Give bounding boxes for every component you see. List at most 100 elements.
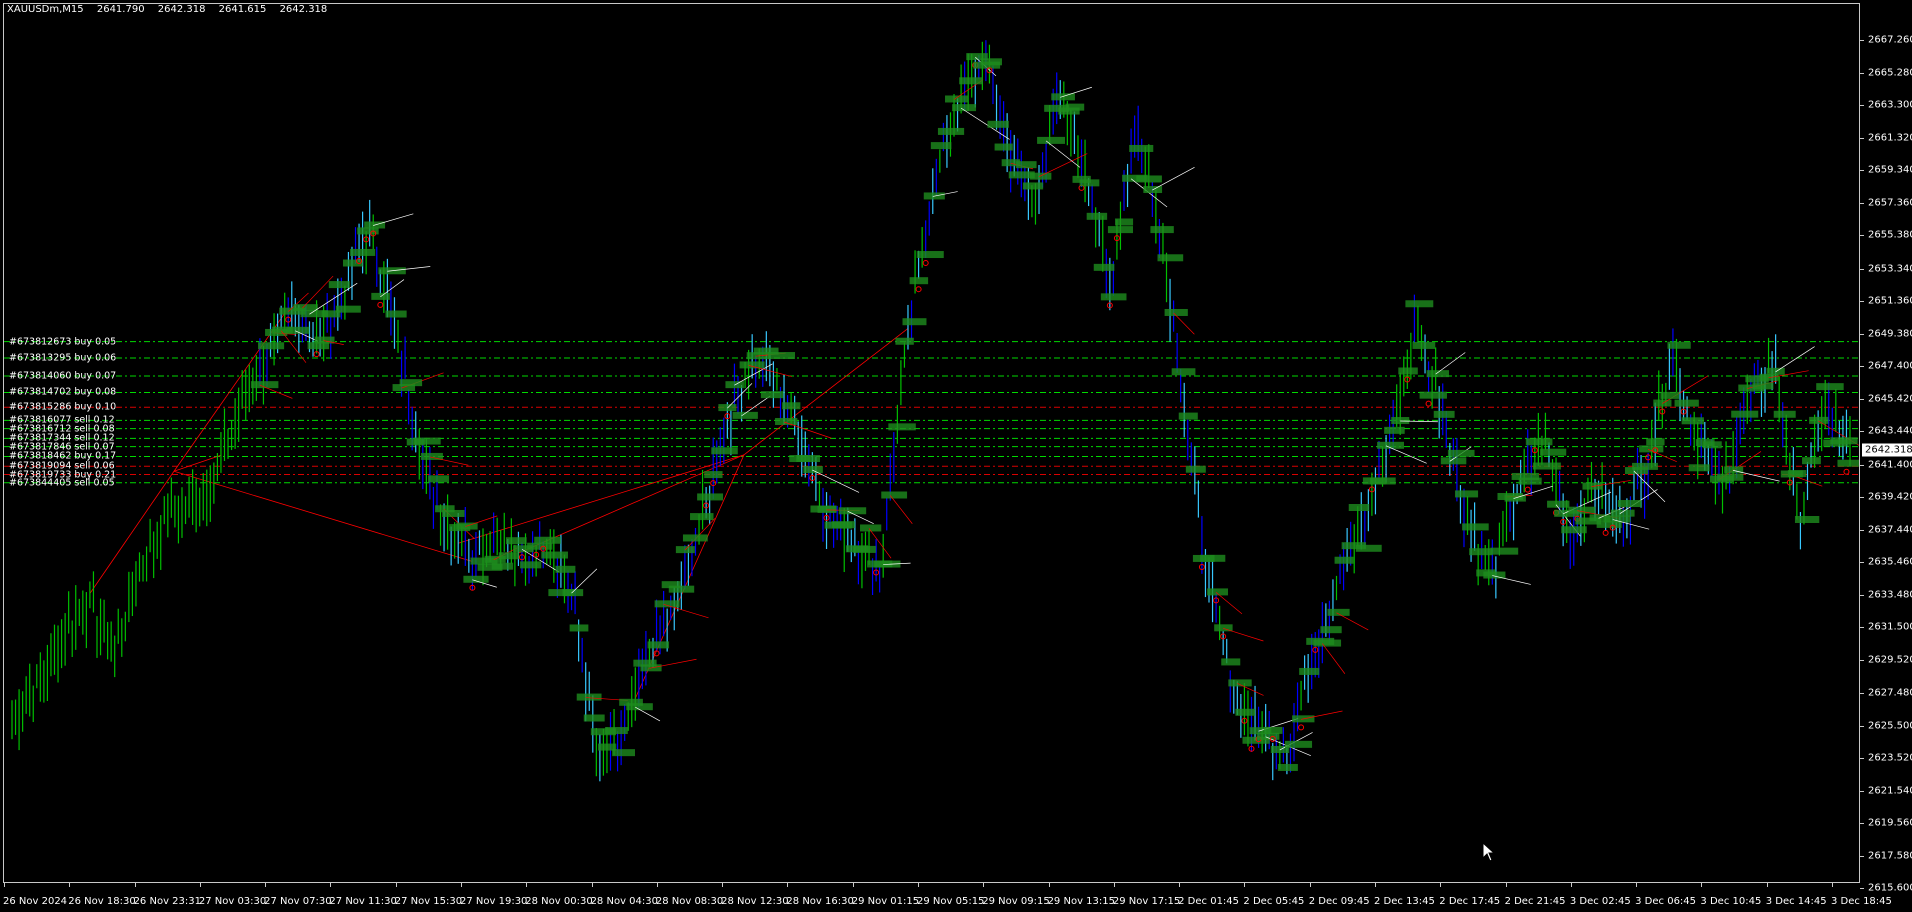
trade-label-box	[909, 277, 929, 285]
time-tick-mark	[1179, 883, 1181, 887]
symbol-info: XAUUSDm,M15 2641.790 2642.318 2641.615 2…	[7, 4, 337, 15]
price-tick-label: 2643.440	[1868, 425, 1912, 437]
trade-label-box	[690, 513, 714, 521]
order-label[interactable]: #673815286 buy 0.10	[9, 402, 116, 413]
price-tick-mark	[1860, 823, 1864, 825]
trade-label-box	[1320, 626, 1342, 634]
time-tick-mark	[1766, 883, 1768, 887]
trade-label-box	[775, 417, 798, 425]
price-tick-label: 2639.420	[1868, 491, 1912, 503]
trade-label-box	[1525, 438, 1553, 446]
trade-label-box	[1717, 473, 1744, 481]
trade-label-box	[1688, 464, 1710, 472]
time-tick-label: 28 Nov 08:30	[655, 896, 724, 907]
trade-label-box	[1766, 367, 1785, 375]
trade-label-box	[1462, 523, 1489, 531]
trade-label-box	[937, 127, 965, 135]
trade-line	[429, 456, 469, 466]
trade-label-box	[1469, 548, 1493, 556]
trade-label-box	[257, 342, 285, 350]
ohlc-close: 2642.318	[279, 4, 328, 15]
trade-label-box	[314, 336, 335, 344]
trade-label-box	[1171, 368, 1196, 376]
price-tick-label: 2615.600	[1868, 882, 1912, 894]
time-tick-mark	[983, 883, 985, 887]
time-tick-mark	[395, 883, 397, 887]
trade-label-box	[1093, 263, 1115, 271]
trade-label-box	[831, 521, 855, 529]
time-tick-mark	[1440, 883, 1442, 887]
price-chart[interactable]	[4, 4, 1859, 882]
price-tick-label: 2645.420	[1868, 393, 1912, 405]
price-tick-mark	[1860, 398, 1864, 400]
trade-label-box	[534, 536, 561, 544]
trade-label-box	[1773, 410, 1796, 418]
trade-label-box	[491, 562, 514, 570]
price-tick-mark	[1860, 72, 1864, 74]
order-label[interactable]: #673814702 buy 0.08	[9, 387, 116, 398]
time-tick-mark	[787, 883, 789, 887]
price-tick-label: 2659.340	[1868, 164, 1912, 176]
price-tick-label: 2629.520	[1868, 654, 1912, 666]
time-tick-label: 27 Nov 11:30	[329, 896, 397, 907]
trade-label-box	[1830, 437, 1858, 445]
price-tick-label: 2625.500	[1868, 720, 1912, 732]
price-tick-mark	[1860, 235, 1864, 237]
price-tick-label: 2627.480	[1868, 687, 1912, 699]
time-tick-mark	[1048, 883, 1050, 887]
price-tick-mark	[1860, 758, 1864, 760]
trade-label-box	[1228, 679, 1252, 687]
time-tick-label: 2 Dec 21:45	[1504, 896, 1566, 907]
trade-line	[1301, 710, 1343, 720]
trade-label-box	[697, 493, 724, 501]
trade-label-box	[1086, 212, 1108, 220]
trade-line	[889, 495, 913, 524]
chart-window[interactable]: XAUUSDm,M15 2641.790 2642.318 2641.615 2…	[0, 0, 1912, 912]
time-tick-mark	[1570, 883, 1572, 887]
time-tick-label: 3 Dec 06:45	[1635, 896, 1697, 907]
trade-label-box	[945, 95, 969, 103]
trade-line	[465, 515, 498, 527]
trade-label-box	[541, 551, 568, 559]
trade-label-box	[930, 142, 952, 150]
price-tick-mark	[1860, 431, 1864, 433]
trade-label-box	[704, 471, 723, 479]
trade-marker	[922, 260, 929, 267]
trade-label-box	[647, 641, 670, 649]
trade-label-box	[1022, 182, 1044, 190]
trade-line	[1385, 445, 1427, 464]
trade-label-box	[767, 352, 796, 360]
order-label[interactable]: #673812673 buy 0.05	[9, 336, 116, 347]
trade-label-box	[612, 749, 636, 757]
trade-label-box	[328, 281, 350, 289]
time-tick-mark	[134, 883, 136, 887]
trade-label-box	[569, 624, 589, 632]
trade-label-box	[1568, 506, 1596, 514]
price-tick-label: 2621.540	[1868, 785, 1912, 797]
price-tick-mark	[1860, 790, 1864, 792]
trade-label-box	[505, 537, 527, 545]
trade-label-box	[1051, 93, 1075, 101]
trade-marker	[915, 286, 922, 293]
trade-label-box	[576, 693, 602, 701]
time-tick-label: 3 Dec 14:45	[1765, 896, 1827, 907]
order-label[interactable]: #673814060 buy 0.07	[9, 371, 116, 382]
trade-label-box	[427, 475, 450, 483]
time-tick-label: 3 Dec 10:45	[1700, 896, 1762, 907]
trade-label-box	[286, 326, 310, 334]
trade-label-box	[1369, 477, 1396, 485]
trade-marker	[1843, 468, 1850, 475]
plot-area[interactable]	[3, 3, 1860, 883]
price-tick-label: 2617.580	[1868, 850, 1912, 861]
price-tick-mark	[1860, 594, 1864, 596]
trade-label-box	[1277, 763, 1298, 771]
order-label[interactable]: #673813295 buy 0.06	[9, 353, 116, 364]
order-label[interactable]: #673844405 sell 0.05	[9, 477, 115, 488]
time-tick-label: 28 Nov 16:30	[786, 896, 854, 907]
time-tick-label: 2 Dec 13:45	[1374, 896, 1435, 907]
trade-label-box	[1235, 708, 1256, 716]
time-tick-label: 26 Nov 23:31	[133, 896, 201, 907]
price-tick-label: 2661.320	[1868, 132, 1912, 144]
trade-label-box	[902, 318, 927, 326]
price-tick-label: 2649.380	[1868, 328, 1912, 340]
